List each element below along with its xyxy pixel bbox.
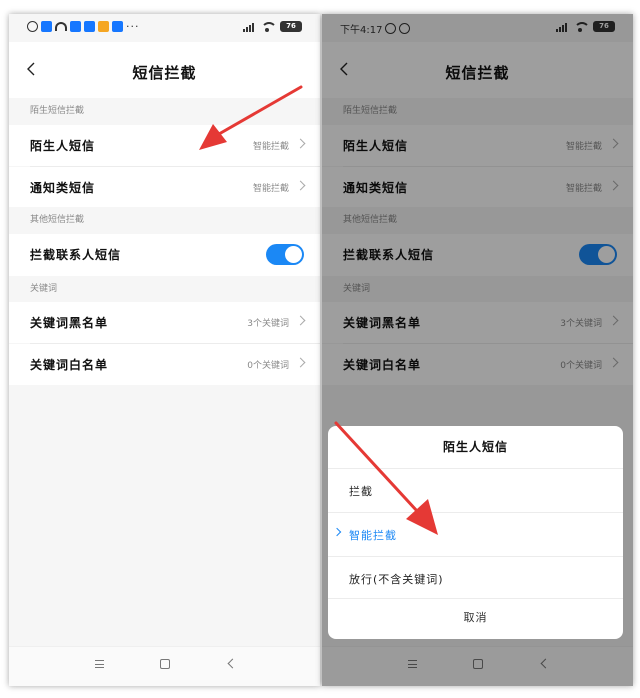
home-icon[interactable] bbox=[160, 659, 170, 669]
section-header-keywords: 关键词 bbox=[9, 276, 320, 302]
menu-icon[interactable] bbox=[95, 660, 104, 668]
notification-icons: ··· bbox=[27, 21, 140, 32]
wifi-icon bbox=[260, 21, 277, 32]
option-label: 放行(不含关键词) bbox=[349, 573, 444, 586]
phone-screen-left: ··· 76 短信拦截 陌生短信拦截 陌生人短信 智能拦截 通知类短信 智能拦截… bbox=[9, 14, 320, 686]
annotation-arrow bbox=[199, 85, 303, 150]
row-label: 关键词白名单 bbox=[30, 358, 109, 372]
row-label: 关键词黑名单 bbox=[30, 316, 109, 330]
cancel-button[interactable]: 取消 bbox=[328, 609, 623, 625]
row-label: 拦截联系人短信 bbox=[30, 248, 122, 262]
section-header-other: 其他短信拦截 bbox=[9, 207, 320, 234]
nav-back-icon[interactable] bbox=[227, 658, 238, 669]
row-value: 智能拦截 bbox=[252, 184, 289, 194]
app-icon bbox=[84, 21, 95, 32]
annotation-arrow bbox=[334, 421, 438, 535]
divider bbox=[328, 598, 623, 599]
option-allow[interactable]: 放行(不含关键词) bbox=[328, 557, 623, 600]
battery-icon: 76 bbox=[280, 21, 302, 32]
signal-icon bbox=[243, 22, 254, 32]
app-icon bbox=[112, 21, 123, 32]
status-right: 76 bbox=[243, 21, 302, 32]
phone-screen-right: 下午4:17 76 短信拦截 陌生短信拦截 陌生人短信 智能拦截 通知类短信 智… bbox=[322, 14, 633, 686]
row-label: 陌生人短信 bbox=[30, 139, 96, 153]
page-title: 短信拦截 bbox=[132, 64, 197, 82]
chevron-right-icon bbox=[295, 315, 306, 326]
toggle-knob bbox=[285, 246, 302, 263]
row-value: 3个关键词 bbox=[247, 319, 289, 329]
app-icon bbox=[70, 21, 81, 32]
row-keyword-whitelist[interactable]: 关键词白名单 0个关键词 bbox=[9, 344, 320, 385]
chevron-right-icon bbox=[295, 357, 306, 368]
row-label: 通知类短信 bbox=[30, 181, 96, 195]
k-app-icon bbox=[27, 21, 38, 32]
wifi-small-icon bbox=[55, 22, 67, 31]
row-keyword-blacklist[interactable]: 关键词黑名单 3个关键词 bbox=[9, 302, 320, 343]
block-contacts-toggle[interactable] bbox=[266, 244, 304, 265]
app-icon bbox=[41, 21, 52, 32]
row-block-contacts: 拦截联系人短信 bbox=[9, 234, 320, 276]
chevron-right-icon bbox=[295, 180, 306, 191]
more-dots: ··· bbox=[126, 20, 140, 33]
row-notification-sms[interactable]: 通知类短信 智能拦截 bbox=[9, 167, 320, 207]
row-value: 0个关键词 bbox=[247, 361, 289, 371]
app-icon bbox=[98, 21, 109, 32]
status-bar: ··· 76 bbox=[9, 14, 320, 42]
nav-bar bbox=[9, 646, 320, 686]
